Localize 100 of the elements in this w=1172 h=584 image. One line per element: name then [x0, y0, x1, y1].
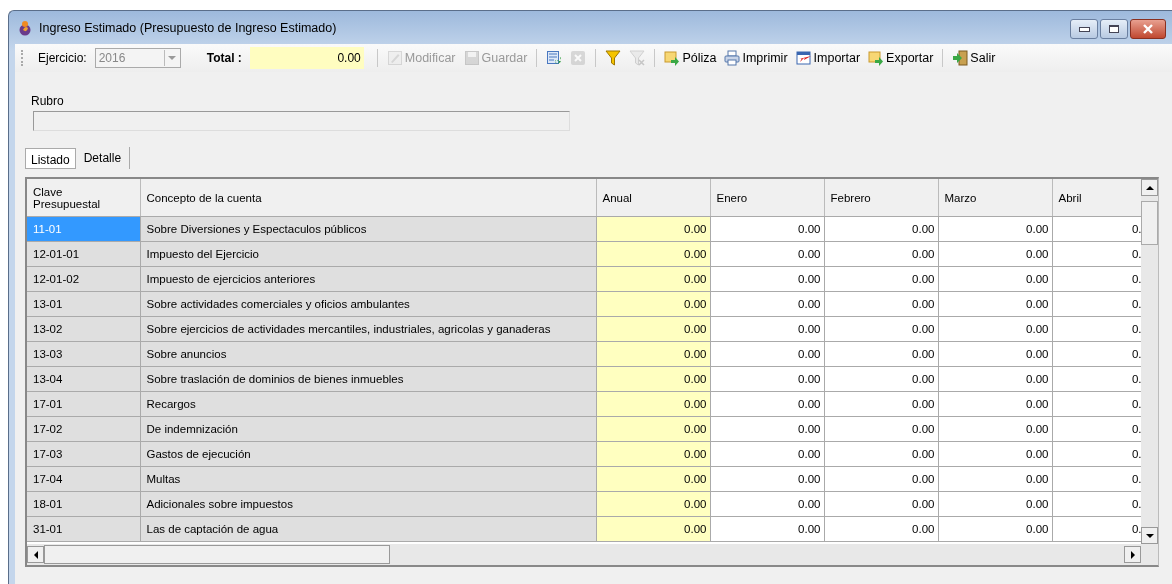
table-cell: 0.00 — [824, 241, 938, 267]
table-cell: 0.00 — [938, 416, 1052, 442]
table-cell: 17-04 — [27, 466, 140, 492]
total-label: Total : — [205, 51, 243, 65]
table-cell: 0.00 — [938, 516, 1052, 542]
rubro-label: Rubro — [31, 94, 64, 108]
table-cell: 0.00 — [824, 466, 938, 492]
horizontal-scrollbar[interactable] — [27, 544, 1158, 565]
table-cell: 0.00 — [596, 466, 710, 492]
toolbar-button[interactable]: Imprimir — [722, 48, 790, 68]
close-icon — [1142, 24, 1154, 34]
table-cell: 0.00 — [938, 366, 1052, 392]
column-header[interactable]: Clave Presupuestal — [27, 179, 140, 217]
table-cell: Sobre Diversiones y Espectaculos públicos — [140, 216, 596, 242]
table-cell: Las de captación de agua — [140, 516, 596, 542]
table-cell: 0.00 — [824, 366, 938, 392]
table-cell: 0.00 — [938, 466, 1052, 492]
table-cell: 0.00 — [938, 441, 1052, 467]
table-cell: 0.00 — [710, 516, 824, 542]
door-arrow-icon[interactable] — [952, 50, 969, 66]
table-cell: Adicionales sobre impuestos — [140, 491, 596, 517]
table-cell: 11-01 — [27, 216, 140, 242]
printer-icon[interactable] — [724, 50, 741, 66]
table-cell: Sobre anuncios — [140, 341, 596, 367]
table-cell: 0.00 — [938, 266, 1052, 292]
table-cell: 0.00 — [596, 216, 710, 242]
vertical-scrollbar[interactable] — [1141, 179, 1158, 544]
ejercicio-label: Ejercicio: — [37, 51, 88, 65]
table-cell: 17-02 — [27, 416, 140, 442]
table-cell: Impuesto del Ejercicio — [140, 241, 596, 267]
table-cell: 0.00 — [710, 291, 824, 317]
document-arrow-icon[interactable] — [868, 50, 885, 66]
table-cell: 0.00 — [710, 216, 824, 242]
maximize-button[interactable] — [1100, 19, 1128, 39]
toolbar-button[interactable]: Salir — [950, 48, 998, 68]
table-cell: 0.00 — [596, 241, 710, 267]
table-cell: 13-03 — [27, 341, 140, 367]
table-cell: 0.00 — [596, 316, 710, 342]
column-header[interactable]: Marzo — [938, 179, 1052, 217]
table-cell: 0.00 — [596, 366, 710, 392]
tab[interactable]: Detalle — [75, 147, 131, 169]
pencil-icon — [386, 50, 403, 66]
table-cell: 0.00 — [710, 466, 824, 492]
table-cell: 0.00 — [938, 391, 1052, 417]
table-cell: 0.00 — [824, 416, 938, 442]
table-cell: 18-01 — [27, 491, 140, 517]
table-cell: 0.00 — [710, 341, 824, 367]
document-arrow-icon[interactable] — [664, 50, 681, 66]
refresh-icon[interactable] — [546, 50, 563, 66]
toolbar-button[interactable]: Póliza — [662, 48, 719, 68]
table-cell: 0.00 — [824, 516, 938, 542]
table-cell: 17-03 — [27, 441, 140, 467]
table-cell: De indemnización — [140, 416, 596, 442]
table-cell: 0.00 — [596, 491, 710, 517]
table-cell: 0.00 — [710, 391, 824, 417]
table-cell: 0.00 — [710, 441, 824, 467]
table-cell: 31-01 — [27, 516, 140, 542]
table-cell: 0.00 — [938, 341, 1052, 367]
table-cell: 0.00 — [824, 441, 938, 467]
column-header[interactable]: Enero — [710, 179, 824, 217]
table-cell: 0.00 — [596, 391, 710, 417]
table-cell: 0.00 — [824, 316, 938, 342]
table-cell: 0.00 — [710, 416, 824, 442]
table-cell: 0.00 — [938, 491, 1052, 517]
table-cell: 0.00 — [824, 341, 938, 367]
column-header[interactable]: Febrero — [824, 179, 938, 217]
column-header[interactable]: Abril — [1052, 179, 1142, 217]
table-cell: 0.00 — [824, 216, 938, 242]
table-cell: Sobre actividades comerciales y oficios ambulantes — [140, 291, 596, 317]
table-cell: 0.00 — [710, 366, 824, 392]
table-cell: 0.00 — [824, 491, 938, 517]
table-cell: 0.00 — [824, 266, 938, 292]
table-cell: Impuesto de ejercicios anteriores — [140, 266, 596, 292]
table-cell: 0.00 — [596, 416, 710, 442]
table-cell: 12-01-01 — [27, 241, 140, 267]
table-cell: 0.00 — [824, 291, 938, 317]
table-cell: 0.00 — [596, 341, 710, 367]
column-header[interactable]: Anual — [596, 179, 710, 217]
column-header[interactable]: Concepto de la cuenta — [140, 179, 596, 217]
table-cell: 0.00 — [938, 291, 1052, 317]
app-logo-icon — [17, 19, 33, 36]
table-cell: 0.00 — [824, 391, 938, 417]
table-cell: 13-02 — [27, 316, 140, 342]
table-cell: Multas — [140, 466, 596, 492]
table-cell: Recargos — [140, 391, 596, 417]
table-cell: 0.00 — [938, 216, 1052, 242]
total-field: 0.00 — [249, 47, 364, 69]
table-cell: 0.00 — [710, 491, 824, 517]
toolbar-button[interactable]: Importar — [793, 48, 863, 68]
table-cell: 13-01 — [27, 291, 140, 317]
minimize-button[interactable] — [1070, 19, 1098, 39]
close-button[interactable] — [1130, 19, 1166, 39]
filter-icon[interactable] — [605, 50, 622, 66]
toolbar-button[interactable]: Exportar — [866, 48, 936, 68]
tab[interactable]: Listado — [25, 148, 76, 169]
table-cell: 0.00 — [596, 291, 710, 317]
table-cell: 12-01-02 — [27, 266, 140, 292]
table-cell: 0.00 — [938, 316, 1052, 342]
table-cell: Sobre ejercicios de actividades mercantiles, industriales, agricolas y ganaderas — [140, 316, 596, 342]
window-title: Ingreso Estimado (Presupuesto de Ingreso Estimado) — [39, 20, 338, 35]
